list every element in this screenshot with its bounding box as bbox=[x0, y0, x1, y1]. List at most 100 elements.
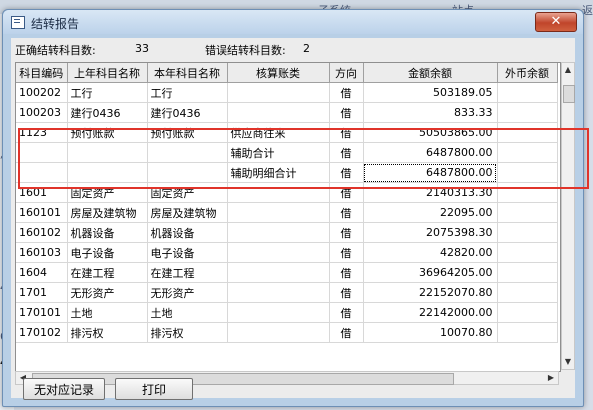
table-row[interactable]: 170101 土地 土地借 22142000.00 bbox=[16, 302, 558, 323]
foreign-balance-cell[interactable] bbox=[497, 142, 558, 163]
this-year-name-cell[interactable]: 无形资产 bbox=[147, 282, 228, 303]
accounting-class-cell[interactable] bbox=[227, 182, 330, 203]
foreign-balance-cell[interactable] bbox=[497, 202, 558, 223]
account-code-cell[interactable]: 160103 bbox=[16, 242, 68, 263]
prev-year-name-cell[interactable]: 固定资产 bbox=[67, 182, 148, 203]
this-year-name-cell[interactable]: 电子设备 bbox=[147, 242, 228, 263]
direction-cell[interactable]: 借 bbox=[329, 262, 364, 283]
balance-amount-cell[interactable]: 2075398.30 bbox=[363, 222, 498, 243]
close-button[interactable]: ✕ bbox=[535, 12, 577, 32]
this-year-name-cell[interactable]: 机器设备 bbox=[147, 222, 228, 243]
accounting-class-cell[interactable] bbox=[227, 102, 330, 123]
accounting-class-cell[interactable] bbox=[227, 262, 330, 283]
table-row[interactable]: 1601 固定资产 固定资产借 2140313.30 bbox=[16, 182, 558, 203]
accounting-class-cell[interactable]: 供应商往来 bbox=[227, 122, 330, 143]
account-code-cell[interactable]: 100203 bbox=[16, 102, 68, 123]
this-year-name-cell[interactable]: 在建工程 bbox=[147, 262, 228, 283]
balance-amount-cell[interactable]: 22142000.00 bbox=[363, 302, 498, 323]
column-header[interactable]: 本年科目名称 bbox=[147, 63, 228, 83]
foreign-balance-cell[interactable] bbox=[497, 262, 558, 283]
accounting-class-cell[interactable] bbox=[227, 322, 330, 343]
direction-cell[interactable]: 借 bbox=[329, 302, 364, 323]
column-header[interactable]: 金额余额 bbox=[363, 63, 498, 83]
scroll-down-arrow-icon[interactable]: ▼ bbox=[562, 355, 574, 369]
prev-year-name-cell[interactable]: 工行 bbox=[67, 82, 148, 103]
prev-year-name-cell[interactable] bbox=[67, 162, 148, 183]
foreign-balance-cell[interactable] bbox=[497, 302, 558, 323]
account-code-cell[interactable]: 1601 bbox=[16, 182, 68, 203]
prev-year-name-cell[interactable] bbox=[67, 142, 148, 163]
balance-amount-cell[interactable]: 6487800.00 bbox=[363, 142, 498, 163]
foreign-balance-cell[interactable] bbox=[497, 82, 558, 103]
column-header[interactable]: 外币余额 bbox=[497, 63, 558, 83]
direction-cell[interactable]: 借 bbox=[329, 142, 364, 163]
accounting-class-cell[interactable] bbox=[227, 242, 330, 263]
table-row[interactable]: 辅助明细合计借 6487800.00 bbox=[16, 162, 558, 183]
prev-year-name-cell[interactable]: 建行0436 bbox=[67, 102, 148, 123]
balance-amount-cell[interactable]: 6487800.00 bbox=[363, 162, 498, 183]
foreign-balance-cell[interactable] bbox=[497, 182, 558, 203]
table-row[interactable]: 辅助合计借 6487800.00 bbox=[16, 142, 558, 163]
foreign-balance-cell[interactable] bbox=[497, 162, 558, 183]
this-year-name-cell[interactable]: 固定资产 bbox=[147, 182, 228, 203]
scroll-up-arrow-icon[interactable]: ▲ bbox=[562, 63, 574, 77]
prev-year-name-cell[interactable]: 土地 bbox=[67, 302, 148, 323]
foreign-balance-cell[interactable] bbox=[497, 122, 558, 143]
prev-year-name-cell[interactable]: 房屋及建筑物 bbox=[67, 202, 148, 223]
foreign-balance-cell[interactable] bbox=[497, 282, 558, 303]
account-code-cell[interactable]: 160101 bbox=[16, 202, 68, 223]
balance-amount-cell[interactable]: 42820.00 bbox=[363, 242, 498, 263]
account-code-cell[interactable]: 160102 bbox=[16, 222, 68, 243]
table-row[interactable]: 1701 无形资产 无形资产借 22152070.80 bbox=[16, 282, 558, 303]
dialog-titlebar[interactable]: 结转报告 ✕ bbox=[3, 10, 583, 34]
table-row[interactable]: 160102 机器设备 机器设备借 2075398.30 bbox=[16, 222, 558, 243]
direction-cell[interactable]: 借 bbox=[329, 202, 364, 223]
balance-amount-cell[interactable]: 2140313.30 bbox=[363, 182, 498, 203]
direction-cell[interactable]: 借 bbox=[329, 102, 364, 123]
foreign-balance-cell[interactable] bbox=[497, 322, 558, 343]
foreign-balance-cell[interactable] bbox=[497, 242, 558, 263]
column-header[interactable]: 科目编码 bbox=[16, 63, 68, 83]
accounting-class-cell[interactable] bbox=[227, 222, 330, 243]
accounting-class-cell[interactable] bbox=[227, 282, 330, 303]
account-code-cell[interactable]: 1123 bbox=[16, 122, 68, 143]
account-code-cell[interactable] bbox=[16, 162, 68, 183]
direction-cell[interactable]: 借 bbox=[329, 322, 364, 343]
this-year-name-cell[interactable] bbox=[147, 142, 228, 163]
foreign-balance-cell[interactable] bbox=[497, 102, 558, 123]
table-row[interactable]: 1604 在建工程 在建工程借 36964205.00 bbox=[16, 262, 558, 283]
column-header[interactable]: 核算账类 bbox=[227, 63, 330, 83]
balance-amount-cell[interactable]: 50503865.00 bbox=[363, 122, 498, 143]
balance-amount-cell[interactable]: 22095.00 bbox=[363, 202, 498, 223]
account-code-cell[interactable]: 170101 bbox=[16, 302, 68, 323]
direction-cell[interactable]: 借 bbox=[329, 222, 364, 243]
account-code-cell[interactable]: 170102 bbox=[16, 322, 68, 343]
accounting-class-cell[interactable]: 辅助明细合计 bbox=[227, 162, 330, 183]
print-button[interactable]: 打印 bbox=[115, 378, 193, 400]
report-grid[interactable]: 科目编码 上年科目名称 本年科目名称 核算账类 方向 金额余额 外币余额 100202 工行工… bbox=[15, 62, 561, 372]
account-code-cell[interactable]: 1701 bbox=[16, 282, 68, 303]
no-match-records-button[interactable]: 无对应记录 bbox=[23, 378, 105, 400]
this-year-name-cell[interactable]: 土地 bbox=[147, 302, 228, 323]
prev-year-name-cell[interactable]: 预付账款 bbox=[67, 122, 148, 143]
prev-year-name-cell[interactable]: 在建工程 bbox=[67, 262, 148, 283]
prev-year-name-cell[interactable]: 电子设备 bbox=[67, 242, 148, 263]
accounting-class-cell[interactable] bbox=[227, 202, 330, 223]
table-row[interactable]: 160101 房屋及建筑物 房屋及建筑物借 22095.00 bbox=[16, 202, 558, 223]
this-year-name-cell[interactable]: 排污权 bbox=[147, 322, 228, 343]
direction-cell[interactable]: 借 bbox=[329, 282, 364, 303]
balance-amount-cell[interactable]: 503189.05 bbox=[363, 82, 498, 103]
account-code-cell[interactable]: 1604 bbox=[16, 262, 68, 283]
prev-year-name-cell[interactable]: 无形资产 bbox=[67, 282, 148, 303]
table-row[interactable]: 170102 排污权 排污权借 10070.80 bbox=[16, 322, 558, 343]
column-header[interactable]: 上年科目名称 bbox=[67, 63, 148, 83]
scroll-right-arrow-icon[interactable]: ▶ bbox=[544, 372, 558, 384]
table-row[interactable]: 100203 建行0436 建行0436 借 833.33 bbox=[16, 102, 558, 123]
this-year-name-cell[interactable]: 建行0436 bbox=[147, 102, 228, 123]
account-code-cell[interactable]: 100202 bbox=[16, 82, 68, 103]
column-header[interactable]: 方向 bbox=[329, 63, 364, 83]
prev-year-name-cell[interactable]: 机器设备 bbox=[67, 222, 148, 243]
direction-cell[interactable]: 借 bbox=[329, 82, 364, 103]
this-year-name-cell[interactable]: 房屋及建筑物 bbox=[147, 202, 228, 223]
this-year-name-cell[interactable] bbox=[147, 162, 228, 183]
